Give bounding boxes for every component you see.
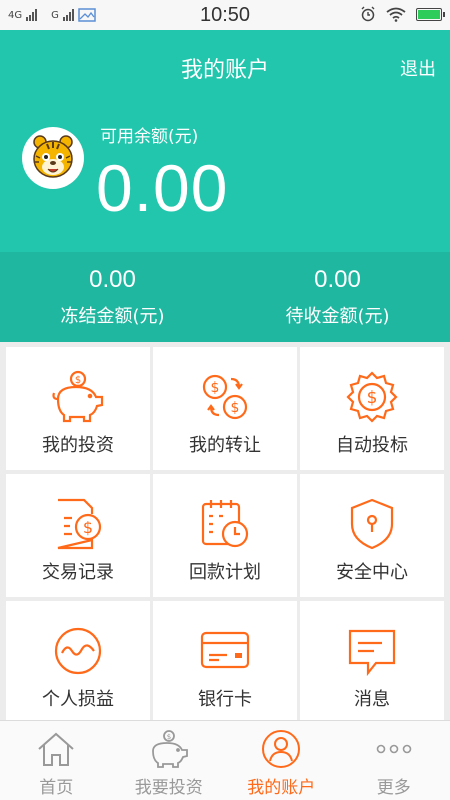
- svg-text:$: $: [231, 400, 240, 416]
- menu-my-transfers[interactable]: $ $ 我的转让: [153, 347, 297, 470]
- pending-amount-label: 待收金额(元): [285, 306, 390, 327]
- menu-label: 个人损益: [42, 689, 114, 710]
- repayment-calendar-icon: [201, 500, 249, 548]
- piggy-bank-icon: $: [151, 730, 188, 768]
- menu-label: 银行卡: [198, 689, 252, 710]
- svg-text:$: $: [211, 380, 220, 396]
- piggy-bank-icon: $: [52, 370, 104, 423]
- tab-label: 更多: [376, 778, 411, 798]
- menu-security-center[interactable]: 安全中心: [300, 474, 444, 597]
- frozen-amount-value: 0.00: [89, 266, 136, 293]
- tab-more[interactable]: 更多: [338, 721, 450, 800]
- account-header: 我的账户 退出 可用余额(元) 0.00: [0, 30, 450, 252]
- tab-home[interactable]: 首页: [0, 721, 113, 800]
- profit-loss-icon: [54, 627, 102, 675]
- frozen-amount: 0.00 冻结金额(元): [0, 252, 225, 342]
- tab-label: 我要投资: [134, 778, 203, 798]
- menu-label: 自动投标: [336, 435, 408, 456]
- balance-value: 0.00: [96, 151, 229, 225]
- balance-label: 可用余额(元): [100, 127, 199, 147]
- bank-card-icon: [200, 631, 250, 669]
- svg-text:$: $: [367, 388, 378, 408]
- more-icon: [376, 744, 412, 754]
- tiger-avatar-icon: [33, 135, 73, 178]
- amount-summary: 0.00 冻结金额(元) 0.00 待收金额(元): [0, 252, 450, 342]
- svg-text:$: $: [167, 733, 171, 741]
- pending-amount-value: 0.00: [314, 266, 361, 293]
- menu-auto-bid[interactable]: $ 自动投标: [300, 347, 444, 470]
- tab-label: 首页: [39, 778, 74, 798]
- menu-repayment-plan[interactable]: 回款计划: [153, 474, 297, 597]
- alarm-icon: [361, 6, 375, 22]
- pending-amount: 0.00 待收金额(元): [225, 252, 450, 342]
- menu-label: 安全中心: [336, 562, 408, 583]
- menu-label: 我的投资: [42, 435, 114, 456]
- shield-icon: [350, 498, 394, 550]
- menu-messages[interactable]: 消息: [300, 601, 444, 724]
- auto-bid-icon: $: [346, 371, 398, 423]
- account-icon: [262, 730, 301, 768]
- status-bar: 4G G 10:50: [0, 0, 450, 30]
- menu-label: 消息: [354, 689, 390, 710]
- transfer-icon: $ $: [202, 374, 248, 420]
- tab-invest[interactable]: $ 我要投资: [113, 721, 226, 800]
- tab-my-account[interactable]: 我的账户: [225, 721, 338, 800]
- menu-transaction-records[interactable]: $ 交易记录: [6, 474, 150, 597]
- menu-my-investments[interactable]: $ 我的投资: [6, 347, 150, 470]
- menu-personal-profit-loss[interactable]: 个人损益: [6, 601, 150, 724]
- message-icon: [348, 629, 396, 677]
- logout-button[interactable]: 退出: [400, 55, 436, 81]
- svg-text:$: $: [75, 375, 81, 386]
- home-icon: [38, 732, 74, 766]
- tab-label: 我的账户: [247, 778, 316, 798]
- wifi-icon: [386, 7, 406, 22]
- avatar[interactable]: [22, 127, 84, 189]
- account-menu-grid: $ 我的投资 $ $ 我的转让 $ 自动投标 $ 交易记录 回款计划 安全中心 …: [0, 342, 450, 724]
- menu-bank-card[interactable]: 银行卡: [153, 601, 297, 724]
- transaction-record-icon: $: [57, 498, 102, 550]
- bottom-tab-bar: 首页 $ 我要投资 我的账户 更多: [0, 720, 450, 800]
- menu-label: 交易记录: [42, 562, 114, 583]
- frozen-amount-label: 冻结金额(元): [60, 306, 165, 327]
- svg-text:$: $: [83, 518, 93, 537]
- battery-icon: [416, 7, 445, 21]
- menu-label: 我的转让: [189, 435, 261, 456]
- page-title: 我的账户: [180, 58, 269, 83]
- menu-label: 回款计划: [189, 562, 261, 583]
